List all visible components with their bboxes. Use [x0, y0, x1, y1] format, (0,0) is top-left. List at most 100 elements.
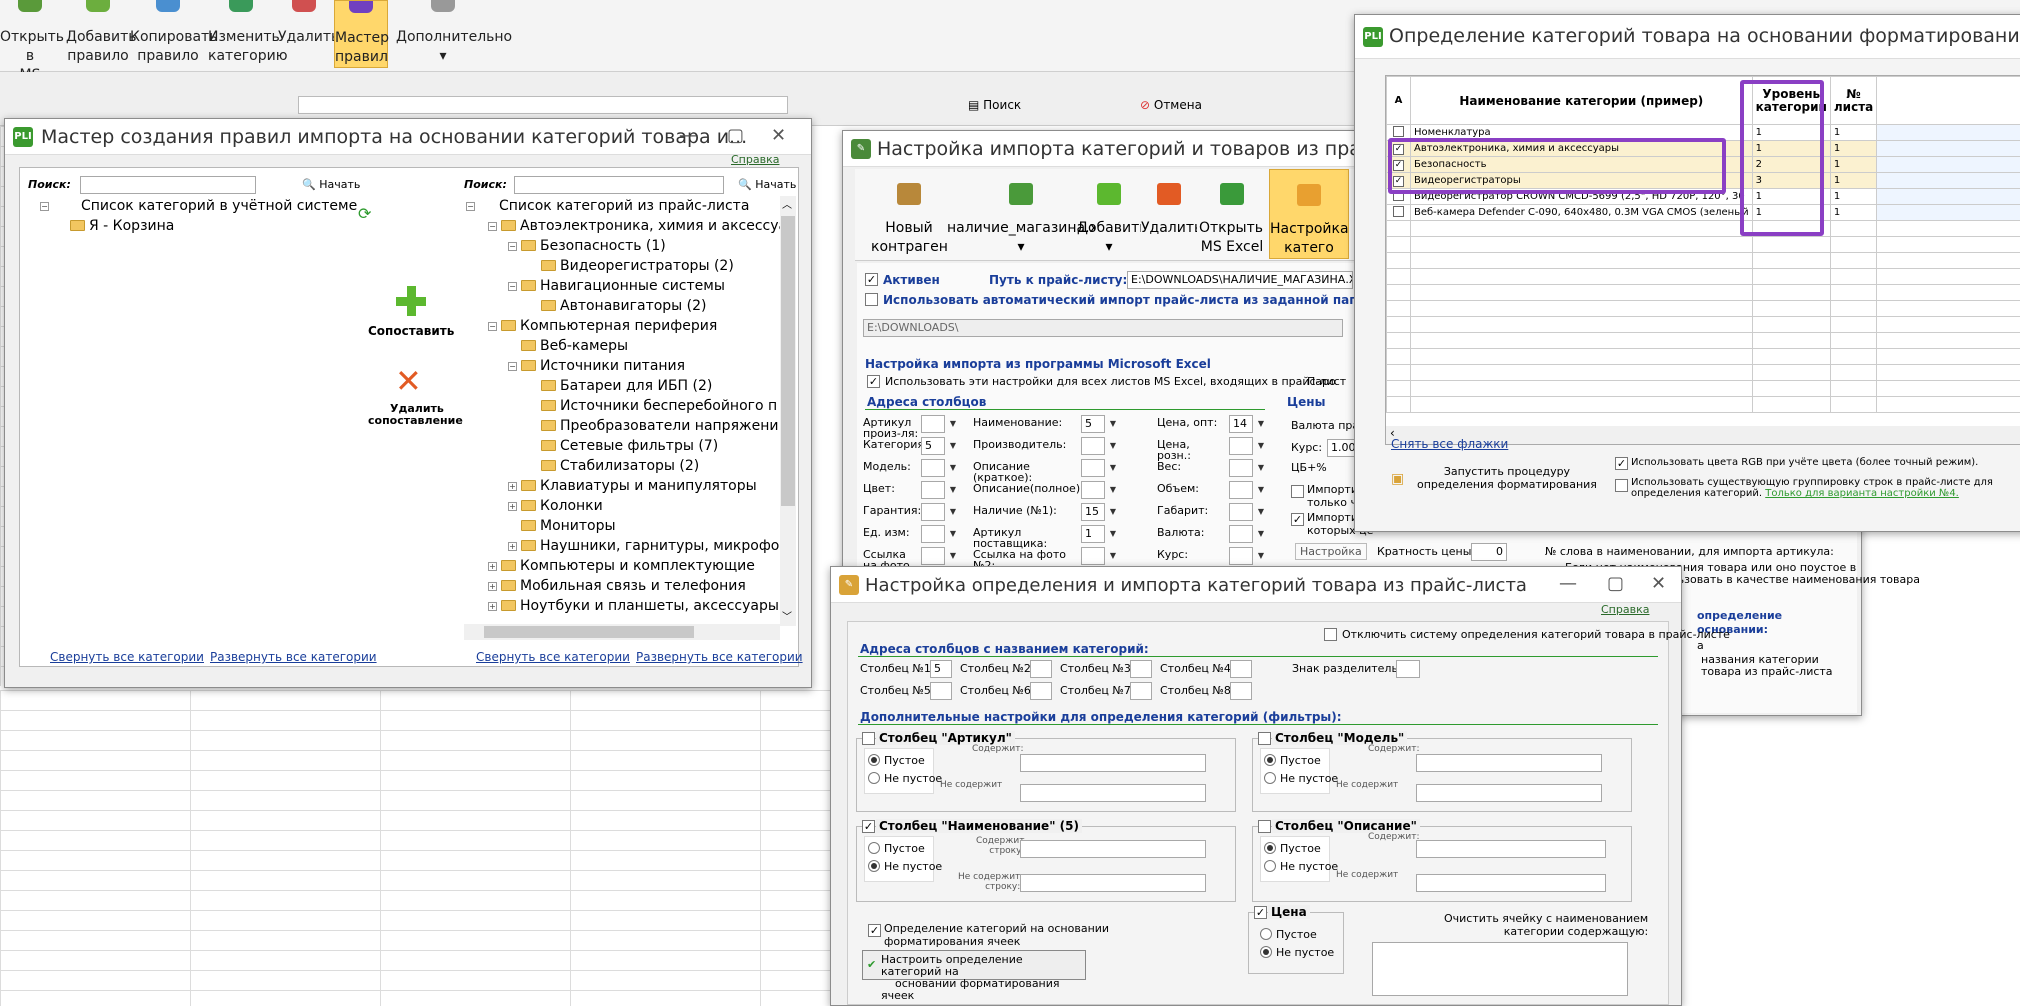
tree-item-korzina[interactable]: Я - Корзина [70, 216, 174, 236]
expander-icon[interactable]: + [488, 562, 497, 571]
field-input[interactable] [1081, 481, 1105, 499]
dropdown-icon[interactable]: ▼ [1105, 525, 1121, 543]
tree-item[interactable]: + Клавиатуры и манипуляторы [508, 476, 757, 496]
ribbon-button-3[interactable]: Изменить категорию [208, 0, 288, 68]
artikul-checkbox[interactable] [862, 732, 875, 745]
tree-item[interactable]: Источники бесперебойного п [528, 396, 777, 416]
tree-root-left[interactable]: − Список категорий в учётной системе [40, 196, 357, 216]
import-prices-checkbox[interactable]: ✓ [1291, 513, 1304, 526]
disable-detection-checkbox[interactable] [1324, 628, 1337, 641]
field-input[interactable] [1229, 547, 1253, 565]
match-icon[interactable] [396, 286, 426, 316]
tree-root-right[interactable]: − Список категорий из прайс-листа [466, 196, 749, 216]
dropdown-icon[interactable]: ▼ [1105, 481, 1121, 499]
name-checkbox[interactable]: ✓ [862, 820, 875, 833]
active-checkbox[interactable]: ✓ [865, 273, 878, 286]
field-input[interactable] [1229, 437, 1253, 455]
price-empty-radio[interactable] [1260, 928, 1272, 940]
ribbon-button-0[interactable]: Открыть вMS Excel [0, 0, 64, 102]
ribbon-button-6[interactable]: Дополнительно ▾ [396, 0, 512, 68]
description-notempty-radio[interactable] [1264, 860, 1276, 872]
tree-item[interactable]: − Безопасность (1) [508, 236, 666, 256]
path-input[interactable]: E:\DOWNLOADS\НАЛИЧИЕ_МАГАЗИНА.XLS [1127, 271, 1353, 289]
field-input[interactable] [1229, 525, 1253, 543]
row-checkbox[interactable] [1393, 125, 1404, 137]
tree-item[interactable]: + Компьютеры и комплектующие [488, 556, 755, 576]
dropdown-icon[interactable]: ▼ [1253, 481, 1269, 499]
dropdown-icon[interactable]: ▼ [945, 481, 961, 499]
run-detection-button[interactable]: Запустить процедуру определения форматиро… [1417, 465, 1597, 491]
field-input[interactable]: 15 [1081, 503, 1105, 521]
clear-all-flags-link[interactable]: Снять все флажки [1391, 437, 1508, 451]
right-search-input[interactable] [514, 176, 724, 194]
expander-icon[interactable]: − [508, 242, 517, 251]
field-input[interactable] [1229, 503, 1253, 521]
help-link[interactable]: Справка [1601, 603, 1649, 616]
dropdown-icon[interactable]: ▼ [1105, 437, 1121, 455]
rate-input[interactable]: 1.00 [1327, 439, 1357, 457]
close-icon[interactable]: ✕ [771, 125, 786, 146]
artikul-notcontains-input[interactable] [1020, 784, 1206, 802]
field-input[interactable] [921, 459, 945, 477]
field-input[interactable] [1081, 459, 1105, 477]
model-notcontains-input[interactable] [1416, 784, 1602, 802]
col-sheet-header[interactable]: № листа [1829, 76, 1878, 125]
separator-input[interactable] [1396, 660, 1420, 678]
dropdown-icon[interactable]: ▼ [1253, 503, 1269, 521]
name-empty-radio[interactable] [868, 842, 880, 854]
close-icon[interactable]: ✕ [1651, 573, 1666, 594]
use-all-sheets-checkbox[interactable]: ✓ [867, 375, 880, 388]
artikul-contains-input[interactable] [1020, 754, 1206, 772]
dropdown-icon[interactable]: ▼ [1105, 547, 1121, 565]
dropdown-icon[interactable]: ▼ [945, 415, 961, 433]
field-input[interactable]: 14 [1229, 415, 1253, 433]
field-input[interactable] [921, 525, 945, 543]
left-search-input[interactable] [80, 176, 256, 194]
field-input[interactable] [1229, 481, 1253, 499]
expander-icon[interactable]: + [508, 482, 517, 491]
price-checkbox[interactable]: ✓ [1254, 906, 1267, 919]
left-collapse-all[interactable]: Свернуть все категории [50, 650, 204, 664]
category-column-input[interactable] [1230, 682, 1252, 700]
field-input[interactable] [921, 415, 945, 433]
main-search-button[interactable]: ▤ Поиск [968, 98, 1021, 112]
price-multiplicity-input[interactable]: 0 [1471, 543, 1507, 561]
expander-icon[interactable]: + [488, 582, 497, 591]
description-empty-radio[interactable] [1264, 842, 1276, 854]
variant4-link[interactable]: Только для варианта настройки №4. [1765, 488, 1959, 499]
field-input[interactable] [1081, 437, 1105, 455]
help-link[interactable]: Справка [731, 153, 779, 166]
tree-item[interactable]: + Наушники, гарнитуры, микрофо [508, 536, 779, 556]
tree-item[interactable]: Преобразователи напряжени [528, 416, 778, 436]
tree-item[interactable]: Стабилизаторы (2) [528, 456, 699, 476]
dropdown-icon[interactable]: ▼ [945, 547, 961, 565]
name-notempty-radio[interactable] [868, 860, 880, 872]
description-checkbox[interactable] [1258, 820, 1271, 833]
tree-item[interactable]: Мониторы [508, 516, 616, 536]
category-column-input[interactable] [930, 682, 952, 700]
category-column-input[interactable] [1130, 660, 1152, 678]
dropdown-icon[interactable]: ▼ [1253, 525, 1269, 543]
category-column-input[interactable] [1230, 660, 1252, 678]
model-contains-input[interactable] [1416, 754, 1602, 772]
dropdown-icon[interactable]: ▼ [1105, 459, 1121, 477]
dropdown-icon[interactable]: ▼ [1105, 415, 1121, 433]
artikul-empty-radio[interactable] [868, 754, 880, 766]
field-input[interactable] [1229, 459, 1253, 477]
description-notcontains-input[interactable] [1416, 874, 1606, 892]
tree-item[interactable]: − Источники питания [508, 356, 685, 376]
name-notcontains-input[interactable] [1020, 874, 1206, 892]
category-column-input[interactable] [1030, 682, 1052, 700]
toolbar-button-4[interactable]: Открыть вMS Excel [1199, 169, 1265, 259]
table-row[interactable]: Веб-камера Defender C-090, 640x480, 0.3M… [1386, 204, 2020, 221]
tree-item[interactable]: − Навигационные системы [508, 276, 725, 296]
field-input[interactable]: 5 [1081, 415, 1105, 433]
dropdown-icon[interactable]: ▼ [945, 525, 961, 543]
expander-icon[interactable]: − [488, 322, 497, 331]
model-notempty-radio[interactable] [1264, 772, 1276, 784]
ribbon-button-4[interactable]: Удалить [278, 0, 339, 68]
left-search-start[interactable]: 🔍 Начать [302, 178, 360, 191]
category-column-input[interactable]: 5 [930, 660, 952, 678]
rgb-checkbox[interactable]: ✓ [1615, 457, 1628, 470]
right-tree-hscrollbar[interactable] [464, 624, 780, 640]
